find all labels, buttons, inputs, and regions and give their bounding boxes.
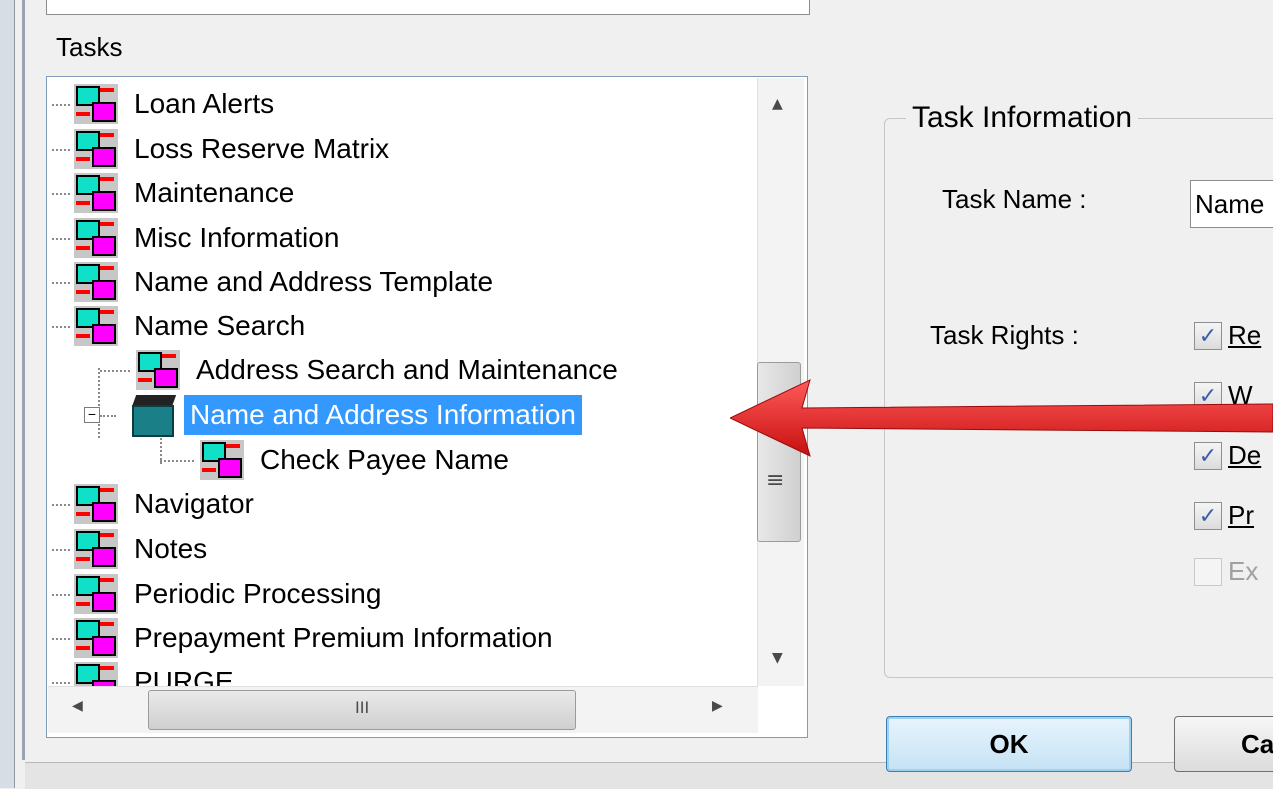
tree-item-check-payee-name[interactable]: Check Payee Name bbox=[160, 438, 515, 482]
task-icon bbox=[70, 660, 118, 686]
scroll-thumb-grip-icon: ≡ bbox=[766, 468, 785, 493]
task-icon bbox=[70, 616, 118, 660]
tree-item-name-and-address-template[interactable]: Name and Address Template bbox=[52, 260, 499, 304]
tree-item-label: Navigator bbox=[134, 488, 254, 519]
tree-item-label: Name and Address Template bbox=[134, 266, 494, 297]
cancel-button[interactable]: Ca bbox=[1174, 716, 1273, 772]
tree-item-label: Misc Information bbox=[134, 222, 340, 253]
task-rights-label: Task Rights : bbox=[930, 320, 1079, 350]
tree-item-address-search-and-maintenance[interactable]: Address Search and Maintenance bbox=[100, 348, 624, 392]
tree-item-label: Loan Alerts bbox=[134, 88, 275, 119]
task-icon bbox=[70, 216, 118, 260]
tree-item-label: Name Search bbox=[134, 310, 306, 341]
window-border bbox=[22, 0, 25, 760]
tree-item-prepayment-premium-information[interactable]: Prepayment Premium Information bbox=[52, 616, 559, 660]
scroll-down-arrow-icon[interactable]: ▼ bbox=[772, 650, 783, 666]
right-checkbox-execute: Ex bbox=[1194, 556, 1258, 587]
task-name-field[interactable]: Name bbox=[1190, 180, 1273, 228]
tree-item-maintenance[interactable]: Maintenance bbox=[52, 171, 300, 215]
tree-item-loss-reserve-matrix[interactable]: Loss Reserve Matrix bbox=[52, 127, 395, 171]
checkbox-disabled bbox=[1194, 557, 1222, 586]
tree-item-notes[interactable]: Notes bbox=[52, 527, 213, 571]
red-arrow-annotation bbox=[730, 379, 1273, 457]
tree-item-periodic-processing[interactable]: Periodic Processing bbox=[52, 572, 387, 616]
task-icon bbox=[70, 304, 118, 348]
task-name-label: Task Name : bbox=[942, 184, 1087, 214]
open-task-icon bbox=[124, 391, 178, 439]
tree-item-label: Maintenance bbox=[134, 177, 295, 208]
tree-item-name-and-address-information[interactable]: − Name and Address Information bbox=[84, 393, 582, 437]
tree-item-label: Periodic Processing bbox=[134, 578, 382, 609]
tree-item-label: Name and Address Information bbox=[184, 395, 582, 435]
tree-viewport: Loan Alerts Loss Reserve Matrix Maintena… bbox=[48, 78, 758, 686]
right-checkbox-print[interactable]: ✓ Pr bbox=[1194, 500, 1254, 531]
task-icon bbox=[70, 82, 118, 126]
checkbox-label: Pr bbox=[1228, 500, 1254, 530]
task-icon bbox=[70, 171, 118, 215]
tree-item-label: Check Payee Name bbox=[260, 444, 510, 475]
collapse-expander[interactable]: − bbox=[84, 407, 100, 423]
checkbox-label: Re bbox=[1228, 320, 1262, 350]
tree-item-loan-alerts[interactable]: Loan Alerts bbox=[52, 82, 280, 126]
tasks-label: Tasks bbox=[56, 32, 123, 62]
tree-item-misc-information[interactable]: Misc Information bbox=[52, 216, 345, 260]
tree-item-label: PURGE bbox=[134, 666, 234, 686]
tree-item-label: Notes bbox=[134, 533, 208, 564]
scroll-thumb-grip-icon: III bbox=[355, 698, 370, 717]
upper-panel-bottom-edge bbox=[46, 0, 810, 15]
ok-button[interactable]: OK bbox=[886, 716, 1132, 772]
scroll-left-arrow-icon[interactable]: ◀ bbox=[72, 698, 83, 714]
tree-item-label: Loss Reserve Matrix bbox=[134, 133, 390, 164]
task-icon bbox=[70, 260, 118, 304]
tree-item-purge[interactable]: PURGE bbox=[52, 660, 240, 686]
right-checkbox-read[interactable]: ✓ Re bbox=[1194, 320, 1261, 351]
tree-item-label: Prepayment Premium Information bbox=[134, 622, 553, 653]
tree-item-navigator[interactable]: Navigator bbox=[52, 482, 260, 526]
task-icon bbox=[196, 438, 244, 482]
task-icon bbox=[132, 348, 180, 392]
window-left-edge bbox=[0, 0, 15, 788]
task-icon bbox=[70, 527, 118, 571]
tree-item-label: Address Search and Maintenance bbox=[196, 354, 618, 385]
task-icon bbox=[70, 127, 118, 171]
checkbox[interactable]: ✓ bbox=[1194, 501, 1222, 530]
checkbox-label: Ex bbox=[1228, 556, 1259, 586]
task-icon bbox=[70, 482, 118, 526]
task-information-title: Task Information bbox=[906, 101, 1139, 135]
scroll-right-arrow-icon[interactable]: ▶ bbox=[712, 698, 723, 714]
tree-item-name-search[interactable]: Name Search bbox=[52, 304, 311, 348]
task-icon bbox=[70, 572, 118, 616]
scroll-up-arrow-icon[interactable]: ▲ bbox=[772, 96, 783, 112]
checkbox[interactable]: ✓ bbox=[1194, 321, 1222, 350]
